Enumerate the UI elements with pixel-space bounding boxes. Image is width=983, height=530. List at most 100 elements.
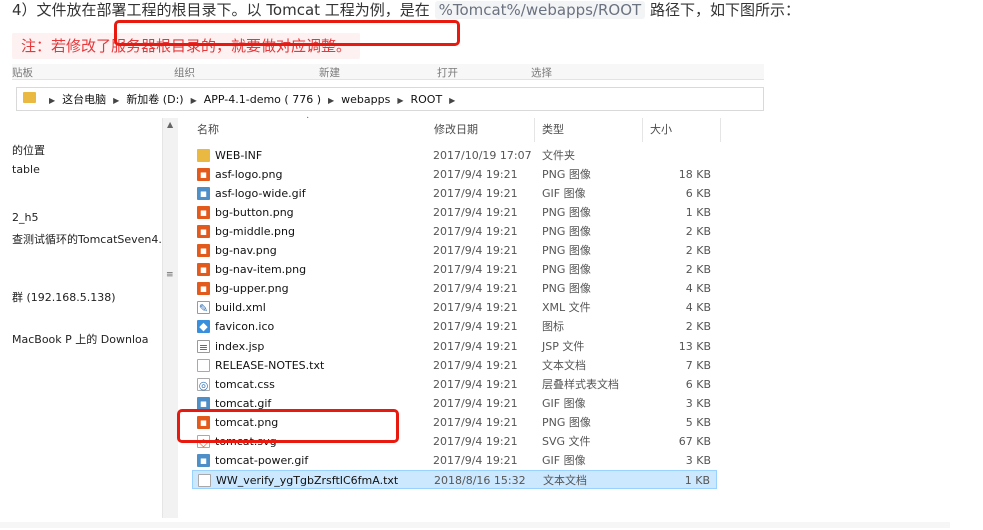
- gif-file-icon: ▪: [197, 453, 210, 467]
- column-header-size[interactable]: 大小: [648, 118, 721, 142]
- file-size: 67 KB: [678, 434, 711, 448]
- breadcrumb-app-demo[interactable]: APP-4.1-demo ( 776 ): [204, 93, 321, 106]
- file-size: 6 KB: [685, 187, 711, 201]
- file-row[interactable]: RELEASE-NOTES.txt 2017/9/4 19:21 文本文档 7 KB: [192, 356, 717, 375]
- ribbon-group-new[interactable]: 新建: [319, 65, 340, 80]
- file-size: 4 KB: [685, 282, 711, 296]
- nav-scrollbar[interactable]: ▲ ≡: [162, 118, 178, 518]
- gif-file-icon: ▪: [197, 187, 210, 201]
- file-row[interactable]: ◎ tomcat.css 2017/9/4 19:21 层叠样式表文档 6 KB: [192, 375, 717, 394]
- address-highlight-box: [114, 20, 460, 46]
- file-date: 2017/9/4 19:21: [433, 206, 518, 220]
- file-size: 6 KB: [685, 377, 711, 391]
- file-name: index.jsp: [215, 339, 265, 353]
- file-row[interactable]: WW_verify_ygTgbZrsftIC6fmA.txt 2018/8/16 …: [192, 469, 717, 489]
- scroll-up-icon[interactable]: ▲: [167, 120, 173, 129]
- jsp-file-icon: ≡: [197, 339, 210, 354]
- nav-item-network-cluster[interactable]: 群 (192.168.5.138): [12, 289, 116, 305]
- ribbon-group-open[interactable]: 打开: [437, 65, 458, 80]
- file-date: 2017/9/4 19:21: [433, 244, 518, 258]
- ribbon-group-select[interactable]: 选择: [531, 65, 552, 80]
- inline-code-path: %Tomcat%/webapps/ROOT: [434, 1, 646, 19]
- file-date: 2017/9/4 19:21: [433, 377, 518, 391]
- file-type: PNG 图像: [542, 225, 591, 239]
- file-row[interactable]: ▪ bg-button.png 2017/9/4 19:21 PNG 图像 1 KB: [192, 203, 717, 222]
- breadcrumb-webapps[interactable]: webapps: [341, 93, 390, 106]
- file-highlight-box: [177, 409, 399, 443]
- divider: [0, 522, 950, 528]
- file-date: 2017/10/19 17:07: [433, 149, 532, 162]
- file-name: tomcat.css: [215, 377, 275, 391]
- file-row[interactable]: ◆ favicon.ico 2017/9/4 19:21 图标 2 KB: [192, 317, 717, 336]
- file-size: 3 KB: [685, 396, 711, 410]
- file-size: 13 KB: [678, 339, 711, 353]
- ribbon-group-clipboard[interactable]: 贴板: [12, 65, 33, 80]
- png-file-icon: ▪: [197, 282, 210, 296]
- chevron-right-icon[interactable]: ▶: [113, 96, 119, 105]
- address-bar[interactable]: ▶ 这台电脑 ▶ 新加卷 (D:) ▶ APP-4.1-demo ( 776 ) ▶ weba…: [16, 87, 764, 111]
- breadcrumb-this-pc[interactable]: 这台电脑: [62, 93, 106, 106]
- file-type: 文本文档: [542, 358, 586, 372]
- nav-item-table[interactable]: table: [12, 163, 40, 176]
- chevron-right-icon[interactable]: ▶: [49, 96, 55, 105]
- column-header-name[interactable]: 名称: [194, 118, 433, 142]
- file-date: 2017/9/4 19:21: [433, 396, 518, 410]
- file-row[interactable]: ▪ bg-nav-item.png 2017/9/4 19:21 PNG 图像 2 KB: [192, 260, 717, 279]
- column-header-type[interactable]: 类型: [540, 118, 643, 142]
- file-size: 4 KB: [685, 301, 711, 315]
- scroll-grip-icon[interactable]: ≡: [166, 270, 174, 280]
- file-name: asf-logo.png: [215, 168, 283, 182]
- file-name: favicon.ico: [215, 320, 275, 334]
- column-header-date[interactable]: 修改日期: [431, 118, 535, 142]
- file-row[interactable]: ✎ build.xml 2017/9/4 19:21 XML 文件 4 KB: [192, 298, 717, 317]
- chevron-right-icon[interactable]: ▶: [397, 96, 403, 105]
- breadcrumb-volume-d[interactable]: 新加卷 (D:): [126, 93, 183, 106]
- nav-item-h5[interactable]: 2_h5: [12, 211, 38, 224]
- file-row[interactable]: ▪ bg-upper.png 2017/9/4 19:21 PNG 图像 4 KB: [192, 279, 717, 298]
- file-row[interactable]: ▪ bg-middle.png 2017/9/4 19:21 PNG 图像 2 KB: [192, 222, 717, 241]
- chevron-right-icon[interactable]: ▶: [328, 96, 334, 105]
- folder-icon: [197, 149, 210, 162]
- file-type: XML 文件: [542, 301, 591, 315]
- file-date: 2017/9/4 19:21: [433, 225, 518, 239]
- file-name: bg-nav-item.png: [215, 263, 307, 277]
- file-row[interactable]: ▪ asf-logo.png 2017/9/4 19:21 PNG 图像 18 KB: [192, 165, 717, 184]
- file-name: tomcat-power.gif: [215, 453, 309, 467]
- file-date: 2017/9/4 19:21: [433, 358, 518, 372]
- file-size: 2 KB: [685, 320, 711, 334]
- png-file-icon: ▪: [197, 225, 210, 239]
- file-row[interactable]: ▪ bg-nav.png 2017/9/4 19:21 PNG 图像 2 KB: [192, 241, 717, 260]
- ribbon-group-organize[interactable]: 组织: [174, 65, 195, 80]
- gif-file-icon: ▪: [197, 396, 210, 410]
- txt-file-icon: [198, 473, 211, 487]
- nav-item-recent-places[interactable]: 的位置: [12, 142, 45, 158]
- file-size: 2 KB: [685, 225, 711, 239]
- explorer-screenshot: 贴板 组织 新建 打开 选择 ▶ 这台电脑 ▶ 新加卷 (D:) ▶ APP-4.1-de…: [12, 64, 764, 519]
- file-type: GIF 图像: [542, 396, 586, 410]
- nav-item-tomcat-test[interactable]: 查测试循环的TomcatSeven4.1: [12, 231, 169, 247]
- png-file-icon: ▪: [197, 263, 210, 277]
- chevron-right-icon[interactable]: ▶: [191, 96, 197, 105]
- file-row[interactable]: ▪ tomcat-power.gif 2017/9/4 19:21 GIF 图像 3 K…: [192, 451, 717, 470]
- file-size: 2 KB: [685, 263, 711, 277]
- file-type: SVG 文件: [542, 434, 591, 448]
- file-row[interactable]: WEB-INF 2017/10/19 17:07 文件夹: [192, 146, 717, 165]
- intro-text: 4）文件放在部署工程的根目录下。以 Tomcat 工程为例，是在: [12, 1, 435, 19]
- file-date: 2018/8/16 15:32: [434, 473, 526, 487]
- file-row[interactable]: ≡ index.jsp 2017/9/4 19:21 JSP 文件 13 KB: [192, 337, 717, 356]
- file-name: bg-nav.png: [215, 244, 277, 258]
- article-paragraph: 4）文件放在部署工程的根目录下。以 Tomcat 工程为例，是在 %Tomcat…: [12, 0, 800, 20]
- breadcrumb-root[interactable]: ROOT: [410, 93, 442, 106]
- file-row[interactable]: ▪ asf-logo-wide.gif 2017/9/4 19:21 GIF 图像 6 …: [192, 184, 717, 203]
- file-size: 1 KB: [685, 206, 711, 220]
- file-name: bg-upper.png: [215, 282, 289, 296]
- file-date: 2017/9/4 19:21: [433, 415, 518, 429]
- file-name: WEB-INF: [215, 149, 263, 162]
- nav-item-macbook-downloads[interactable]: MacBook P 上的 Downloa: [12, 331, 148, 347]
- png-file-icon: ▪: [197, 244, 210, 258]
- file-date: 2017/9/4 19:21: [433, 453, 518, 467]
- file-size: 18 KB: [678, 168, 711, 182]
- file-name: build.xml: [215, 301, 266, 315]
- file-size: 2 KB: [685, 244, 711, 258]
- chevron-right-icon[interactable]: ▶: [449, 96, 455, 105]
